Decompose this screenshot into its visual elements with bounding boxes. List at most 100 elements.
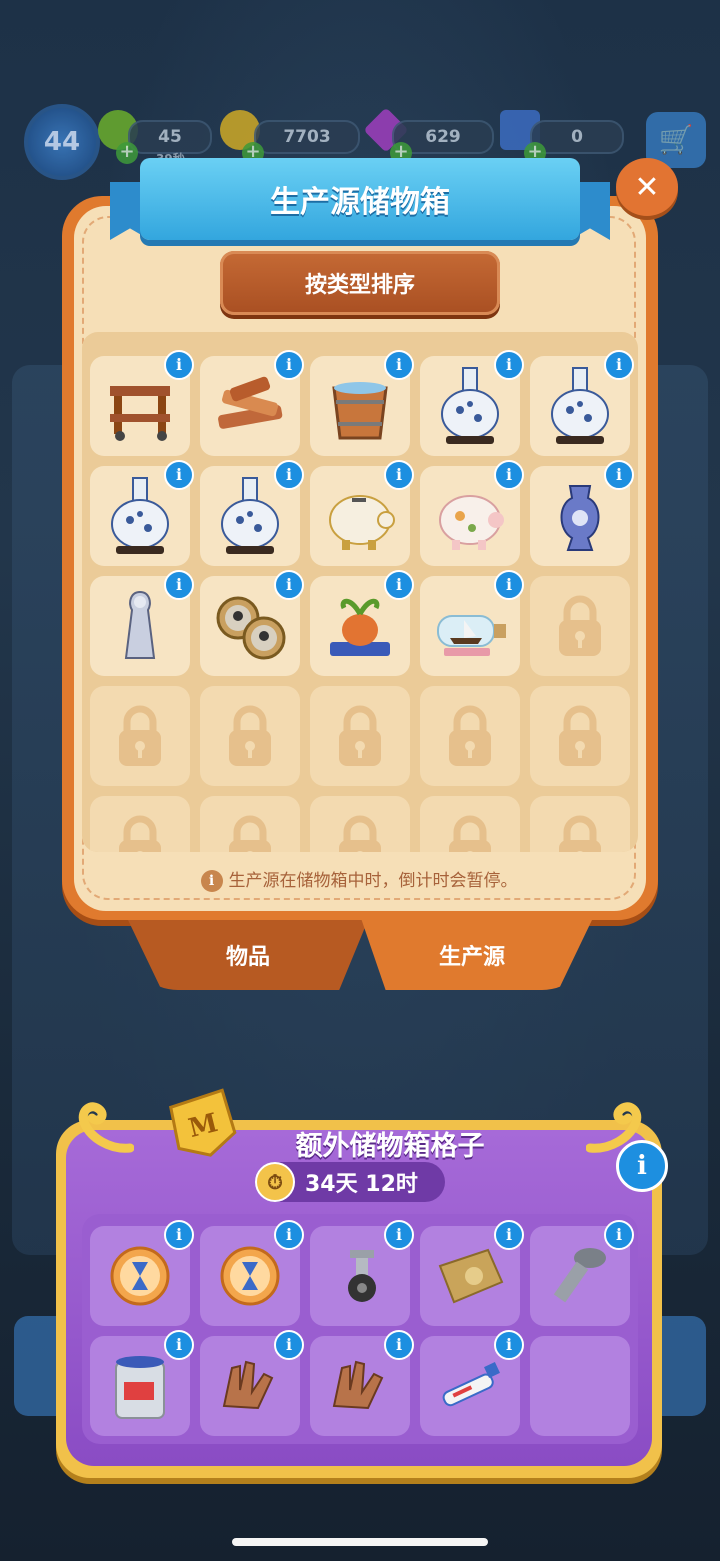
porcelain-vase-icon (441, 367, 499, 444)
extra-storage-slot[interactable]: i (310, 1220, 414, 1326)
leather-gloves-icon (332, 1360, 384, 1410)
extra-storage-slot[interactable]: i (530, 1220, 634, 1326)
locked-slot (420, 686, 520, 786)
wooden-cart-icon (110, 386, 170, 441)
info-icon[interactable]: i (274, 460, 304, 490)
level-badge[interactable]: 44 (24, 104, 100, 180)
add-energy-button[interactable]: + (116, 142, 138, 164)
info-icon[interactable]: i (164, 1220, 194, 1250)
lock-icon (449, 705, 491, 766)
gold-scroll-left-icon (78, 1102, 134, 1153)
porcelain-vase-icon (221, 477, 279, 554)
storage-slot[interactable]: i (530, 350, 634, 456)
blue-urn-icon (560, 485, 600, 551)
info-icon[interactable]: i (494, 460, 524, 490)
info-icon[interactable]: i (384, 460, 414, 490)
storage-slot[interactable]: i (90, 350, 194, 456)
lock-icon (119, 815, 161, 852)
storage-slot[interactable]: i (420, 350, 524, 456)
info-icon[interactable]: i (384, 1220, 414, 1250)
info-icon[interactable]: i (384, 350, 414, 380)
clock-icon: ⏱ (255, 1162, 295, 1202)
storage-slot[interactable]: i (90, 460, 194, 566)
ship-in-bottle-icon (437, 615, 506, 656)
locked-slot (530, 686, 630, 786)
gold-piggy-bank-icon (329, 495, 395, 550)
extra-storage-grid: i i i i i i i i i (82, 1214, 638, 1444)
info-icon[interactable]: i (164, 1330, 194, 1360)
extra-storage-slot[interactable]: i (90, 1220, 194, 1326)
locked-slot (90, 796, 190, 852)
tube-icon (442, 1362, 500, 1407)
tab-items-label: 物品 (225, 945, 270, 970)
leather-gloves-icon (222, 1360, 274, 1410)
lock-icon (229, 705, 271, 766)
storage-slot[interactable]: i (90, 570, 194, 676)
locked-slot (420, 796, 520, 852)
sort-by-type-button[interactable]: 按类型排序 (220, 251, 500, 315)
empty-extra-slot (530, 1336, 630, 1436)
info-icon[interactable]: i (494, 350, 524, 380)
info-icon[interactable]: i (384, 1330, 414, 1360)
locked-slot (310, 796, 410, 852)
home-indicator[interactable] (232, 1538, 488, 1546)
photo-locket-icon (216, 596, 286, 660)
info-icon[interactable]: i (164, 460, 194, 490)
storage-slot[interactable]: i (310, 350, 414, 456)
close-button[interactable]: ✕ (616, 158, 678, 216)
locked-slot (200, 686, 300, 786)
info-icon[interactable]: i (274, 570, 304, 600)
lock-icon (119, 705, 161, 766)
extra-storage-slot[interactable]: i (310, 1330, 414, 1436)
storage-slot[interactable]: i (200, 350, 304, 456)
storage-slot[interactable]: i (200, 570, 304, 676)
locked-slot (530, 576, 630, 676)
info-icon[interactable]: i (604, 350, 634, 380)
porcelain-vase-icon (111, 477, 169, 554)
extra-storage-slot[interactable]: i (90, 1330, 194, 1436)
extra-storage-info-button[interactable]: i (616, 1140, 668, 1192)
info-icon[interactable]: i (274, 1220, 304, 1250)
info-icon[interactable]: i (274, 350, 304, 380)
storage-slot[interactable]: i (200, 460, 304, 566)
extra-storage-slot[interactable]: i (200, 1220, 304, 1326)
potted-bulb-icon (330, 598, 390, 656)
hourglass-orb-icon (220, 1246, 280, 1306)
floral-piggy-bank-icon (439, 495, 504, 550)
tab-producers-label: 生产源 (438, 945, 505, 970)
lock-icon (339, 705, 381, 766)
info-icon[interactable]: i (384, 570, 414, 600)
extra-storage-slot[interactable]: i (200, 1330, 304, 1436)
info-icon[interactable]: i (274, 1330, 304, 1360)
paint-can-icon (115, 1356, 165, 1419)
sandbag-icon (438, 1248, 504, 1304)
extra-storage-slot[interactable]: i (420, 1220, 524, 1326)
lock-icon (559, 815, 601, 852)
info-icon[interactable]: i (494, 570, 524, 600)
locked-slot (90, 686, 190, 786)
info-icon[interactable]: i (164, 350, 194, 380)
porcelain-vase-icon (551, 367, 609, 444)
storage-slot[interactable]: i (420, 570, 524, 676)
extra-storage-slot[interactable]: i (420, 1330, 524, 1436)
wooden-bucket-icon (332, 382, 388, 440)
storage-slot[interactable]: i (310, 460, 414, 566)
info-icon[interactable]: i (494, 1330, 524, 1360)
info-icon[interactable]: i (494, 1220, 524, 1250)
extra-storage-title: 额外储物箱格子 (295, 1131, 485, 1162)
info-icon[interactable]: i (604, 1220, 634, 1250)
lock-icon (559, 705, 601, 766)
tab-producers[interactable]: 生产源 (361, 920, 592, 990)
storage-slot[interactable]: i (420, 460, 524, 566)
storage-grid: i i i i i i i i i i i i i i (82, 332, 638, 852)
energy-value: 45 (128, 120, 212, 154)
timer-text: 34天 12时 (305, 1172, 418, 1197)
tab-items[interactable]: 物品 (128, 920, 368, 990)
statuette-icon (124, 590, 156, 659)
info-icon[interactable]: i (604, 460, 634, 490)
storage-slot[interactable]: i (310, 570, 414, 676)
info-icon[interactable]: i (164, 570, 194, 600)
storage-slot[interactable]: i (530, 460, 634, 566)
note-info-icon: i (200, 870, 223, 892)
lock-icon (339, 815, 381, 852)
